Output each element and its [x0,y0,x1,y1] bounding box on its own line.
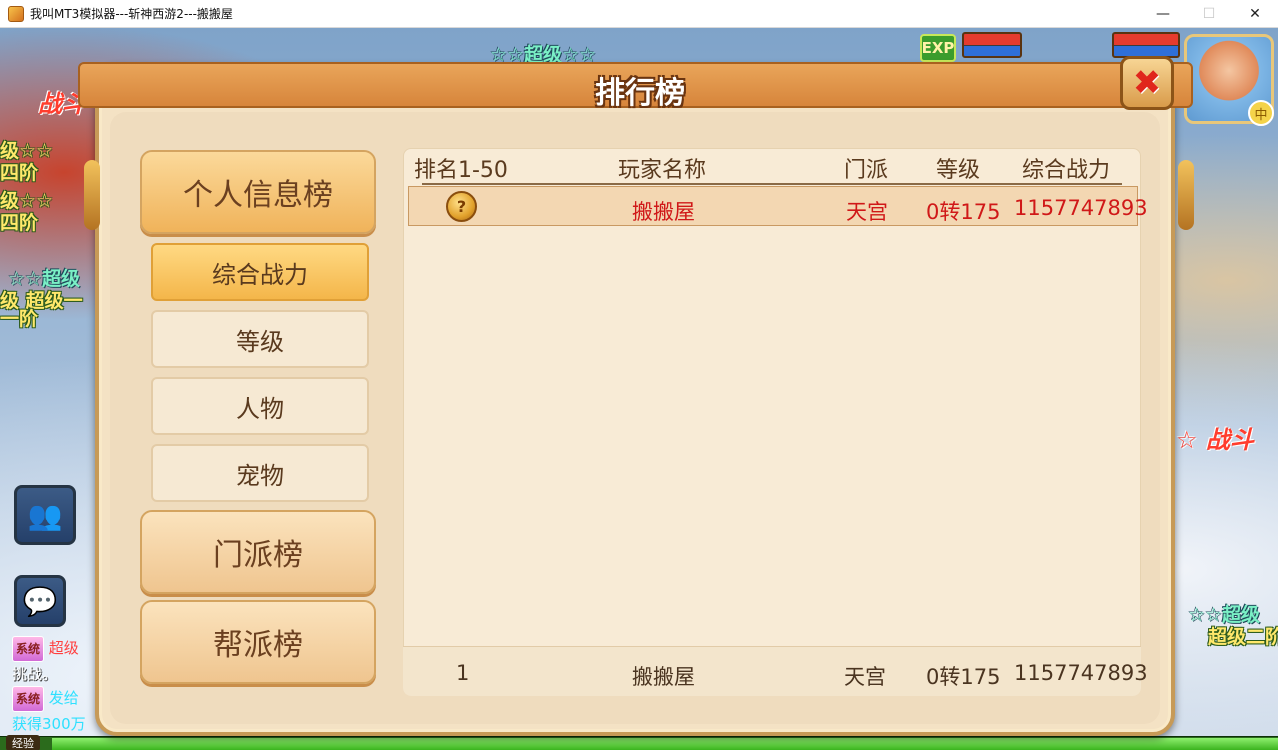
column-header-combined-power: 综合战力 [1022,158,1111,183]
subcategory-combined-power[interactable]: 综合战力 [151,243,369,301]
my-player-name: 搬搬屋 [632,665,695,689]
panel-title: 排行榜 [595,76,685,111]
experience-bar-fill [52,738,1278,750]
chat-text: 获得300万 [12,715,86,733]
window-titlebar: 我叫MT3模拟器---斩神西游2---搬搬屋 — ☐ ✕ [0,0,1278,28]
chat-text: 挑战。 [12,665,58,683]
category-personal-ranking[interactable]: 个人信息榜 [140,150,376,234]
subcategory-pet[interactable]: 宠物 [151,444,369,502]
maximize-button[interactable]: ☐ [1186,0,1232,28]
pet-hp-mp-bar [1112,32,1180,58]
column-header-sect: 门派 [844,158,889,183]
chat-text: 超级 [48,639,79,657]
system-tag: 系统 [12,636,45,662]
rank-medal-icon: ? [446,191,477,222]
column-header-level: 等级 [936,158,981,183]
cell-level: 0转175 [926,200,1001,224]
subcategory-character[interactable]: 人物 [151,377,369,435]
hp-mp-bar [962,32,1022,58]
chat-text: 发给 [48,689,79,707]
category-sect-ranking[interactable]: 门派榜 [140,510,376,594]
experience-label: 经验 [6,735,40,750]
window-controls: — ☐ ✕ [1140,0,1278,28]
column-header-rank: 排名1-50 [414,158,508,183]
chat-icon[interactable]: 💬 [14,575,66,627]
minimize-button[interactable]: — [1140,0,1186,28]
column-header-player-name: 玩家名称 [618,158,707,183]
app-icon [8,5,24,22]
chat-log: 系统 超级 挑战。 系统 发给 获得300万 [12,636,102,733]
cell-player-name: 搬搬屋 [632,200,695,224]
my-rank: 1 [456,661,470,685]
subcategory-level[interactable]: 等级 [151,310,369,368]
window-title: 我叫MT3模拟器---斩神西游2---搬搬屋 [30,7,233,21]
friends-icon[interactable]: 👥 [14,485,76,545]
chat-line: 系统 发给 [12,686,102,712]
scene-label: 一阶 [0,308,39,330]
close-icon[interactable]: ✖ [1120,56,1174,110]
my-sect: 天宫 [844,665,886,689]
panel-tassel-right [1178,160,1194,230]
scene-label: 四阶 [0,162,39,184]
system-tag: 系统 [12,686,45,712]
cell-sect: 天宫 [846,200,888,224]
header-divider [422,183,1122,185]
my-combined-power: 1157747893 [1014,661,1148,685]
scene-battle-label: ☆ 战斗 [1176,426,1254,454]
close-window-button[interactable]: ✕ [1232,0,1278,28]
chat-line: 系统 超级 [12,636,102,662]
avatar-badge-icon: 中 [1248,100,1274,126]
cell-combined-power: 1157747893 [1014,196,1148,220]
exp-icon[interactable]: EXP [920,34,956,62]
panel-tassel-left [84,160,100,230]
experience-bar [0,736,1278,750]
ranking-table [403,148,1141,696]
my-level: 0转175 [926,665,1001,689]
scene-label: 超级二阶 [1208,626,1278,648]
category-guild-ranking[interactable]: 帮派榜 [140,600,376,684]
scene-label: 四阶 [0,212,39,234]
